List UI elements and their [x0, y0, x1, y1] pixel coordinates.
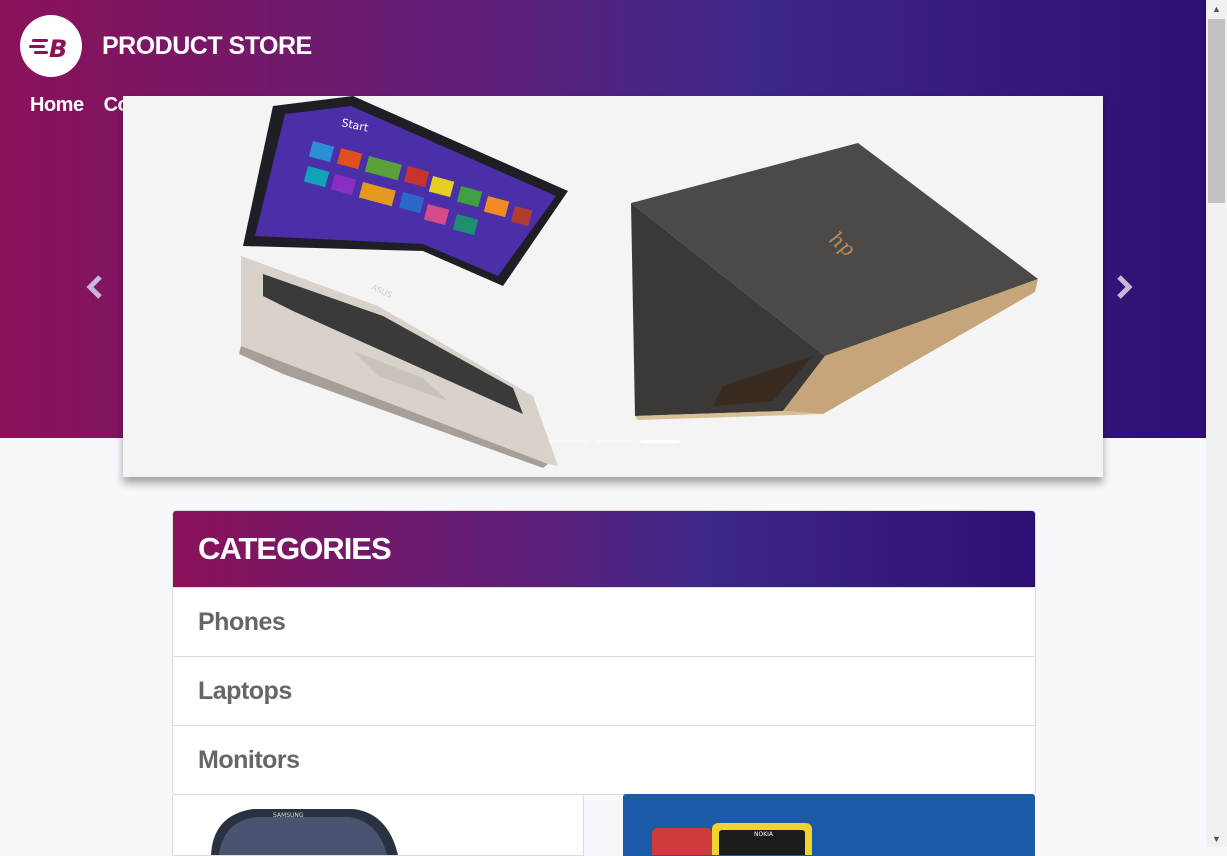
- category-laptops[interactable]: Laptops: [173, 656, 1035, 725]
- category-phones[interactable]: Phones: [173, 587, 1035, 656]
- logo-icon: B: [29, 35, 67, 63]
- nokia-phone-image: NOKIA: [652, 823, 812, 855]
- scroll-thumb[interactable]: [1208, 19, 1225, 203]
- product-carousel[interactable]: Start ASUS hp: [123, 96, 1103, 477]
- scroll-down-arrow-icon[interactable]: ▼: [1206, 830, 1227, 847]
- main-nav: Home Co: [30, 94, 130, 117]
- svg-text:SAMSUNG: SAMSUNG: [273, 812, 304, 819]
- page-scrollbar[interactable]: ▲ ▼: [1206, 0, 1227, 847]
- scroll-up-arrow-icon[interactable]: ▲: [1206, 0, 1227, 17]
- samsung-phone-image: SAMSUNG: [211, 809, 398, 855]
- categories-header[interactable]: CATEGORIES: [173, 511, 1035, 587]
- carousel-indicator-2[interactable]: [595, 440, 633, 443]
- carousel-indicator-3[interactable]: [641, 440, 679, 443]
- category-monitors[interactable]: Monitors: [173, 725, 1035, 794]
- laptop-left: Start ASUS: [239, 96, 568, 468]
- categories-panel: CATEGORIES Phones Laptops Monitors: [172, 510, 1036, 795]
- chevron-right-icon: [1117, 275, 1133, 299]
- chevron-left-icon: [86, 275, 102, 299]
- laptop-right: hp: [631, 143, 1038, 420]
- nav-home[interactable]: Home: [30, 94, 84, 117]
- brand-logo: B: [20, 15, 82, 77]
- carousel-indicator-1[interactable]: [549, 440, 587, 443]
- brand-name: PRODUCT STORE: [102, 31, 312, 60]
- carousel-next-button[interactable]: [1109, 272, 1139, 302]
- svg-text:B: B: [49, 35, 67, 63]
- carousel-prev-button[interactable]: [80, 272, 110, 302]
- brand[interactable]: B PRODUCT STORE: [20, 15, 312, 77]
- svg-text:ASUS: ASUS: [370, 283, 393, 300]
- carousel-slide-image: Start ASUS hp: [239, 96, 1038, 468]
- carousel-indicators: [549, 440, 679, 443]
- svg-text:NOKIA: NOKIA: [754, 831, 774, 838]
